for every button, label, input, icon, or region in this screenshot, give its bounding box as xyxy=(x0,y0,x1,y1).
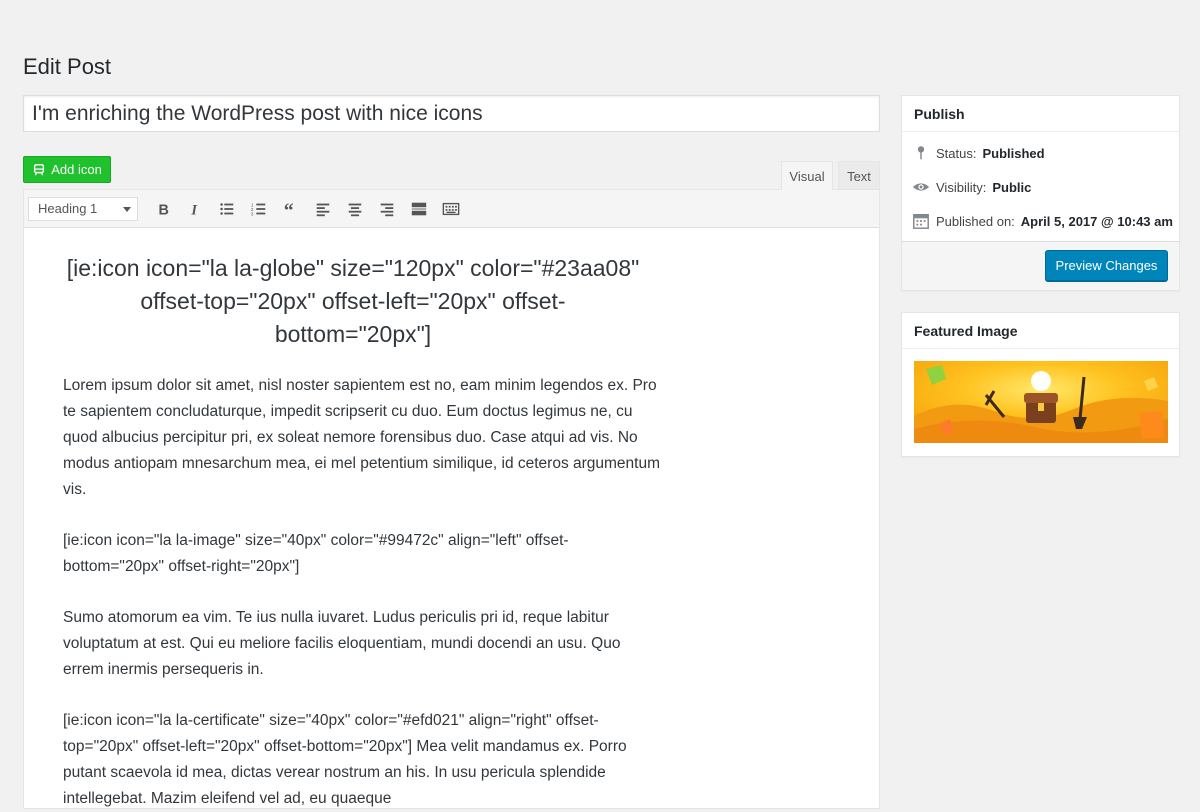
featured-image-title: Featured Image xyxy=(902,313,1179,349)
format-select-value: Heading 1 xyxy=(38,201,98,216)
bullet-list-icon xyxy=(220,202,234,215)
visibility-label: Visibility: xyxy=(936,179,987,195)
preview-changes-button[interactable]: Preview Changes xyxy=(1045,250,1168,281)
editor-toolbar: Heading 1 B I 1 2 3 “ xyxy=(24,190,879,228)
svg-text:B: B xyxy=(159,202,169,218)
featured-image[interactable] xyxy=(914,361,1168,443)
align-right-button[interactable] xyxy=(371,195,403,223)
chevron-down-icon xyxy=(123,206,131,212)
content-paragraph: [ie:icon icon="la la-image" size="40px" … xyxy=(63,532,569,575)
publish-actions: Preview Changes xyxy=(902,241,1179,290)
toolbar-toggle-icon xyxy=(442,202,460,215)
align-right-icon xyxy=(380,203,394,216)
blockquote-button[interactable]: “ xyxy=(275,195,307,223)
icon-plugin-icon xyxy=(34,163,45,175)
content-paragraph: Sumo atomorum ea vim. Te ius nulla iuvar… xyxy=(63,609,621,678)
eye-icon xyxy=(912,183,930,191)
read-more-button[interactable] xyxy=(403,195,435,223)
toolbar-toggle-button[interactable] xyxy=(435,195,467,223)
add-icon-label: Add icon xyxy=(51,162,102,177)
read-more-icon xyxy=(411,202,427,215)
visibility-row: Visibility: Public xyxy=(912,178,1031,196)
svg-text:3: 3 xyxy=(251,211,254,216)
publish-box-title: Publish xyxy=(902,96,1179,132)
numbered-list-icon: 1 2 3 xyxy=(251,202,266,216)
content-paragraph: Lorem ipsum dolor sit amet, nisl noster … xyxy=(63,377,661,498)
italic-icon: I xyxy=(190,202,197,218)
blockquote-icon: “ xyxy=(284,200,294,218)
pin-icon xyxy=(917,146,925,160)
svg-text:“: “ xyxy=(284,200,294,218)
status-label: Status: xyxy=(936,145,977,161)
align-left-button[interactable] xyxy=(307,195,339,223)
visibility-value: Public xyxy=(992,179,1032,195)
italic-button[interactable]: I xyxy=(179,195,211,223)
post-title-input[interactable]: I'm enriching the WordPress post with ni… xyxy=(23,95,880,132)
featured-image-art xyxy=(914,361,1168,443)
status-value: Published xyxy=(982,145,1045,161)
tab-text[interactable]: Text xyxy=(838,161,880,190)
format-select[interactable]: Heading 1 xyxy=(28,196,138,221)
published-value: April 5, 2017 @ 10:43 am xyxy=(1020,213,1173,229)
bullet-list-button[interactable] xyxy=(211,195,243,223)
numbered-list-button[interactable]: 1 2 3 xyxy=(243,195,275,223)
page-title: Edit Post xyxy=(23,54,112,79)
editor: Heading 1 B I 1 2 3 “ [ie:icon icon="la … xyxy=(23,189,880,809)
editor-content[interactable]: [ie:icon icon="la la-globe" size="120px"… xyxy=(24,228,664,812)
bold-button[interactable]: B xyxy=(147,195,179,223)
add-icon-button[interactable]: Add icon xyxy=(23,156,111,183)
content-heading: [ie:icon icon="la la-globe" size="120px"… xyxy=(66,255,640,347)
align-left-icon xyxy=(316,203,330,216)
publish-box: Publish Status: Published Visibility: Pu… xyxy=(901,95,1180,291)
align-center-icon xyxy=(348,203,362,216)
calendar-icon xyxy=(913,213,929,229)
content-paragraph: [ie:icon icon="la la-certificate" size="… xyxy=(63,712,627,807)
bold-icon: B xyxy=(159,202,169,218)
published-label: Published on: xyxy=(936,213,1015,229)
align-center-button[interactable] xyxy=(339,195,371,223)
featured-image-box: Featured Image xyxy=(901,312,1180,457)
svg-text:I: I xyxy=(190,202,197,218)
published-row: Published on: April 5, 2017 @ 10:43 am xyxy=(912,212,1173,230)
tab-visual[interactable]: Visual xyxy=(781,161,833,190)
status-row: Status: Published xyxy=(912,144,1045,162)
